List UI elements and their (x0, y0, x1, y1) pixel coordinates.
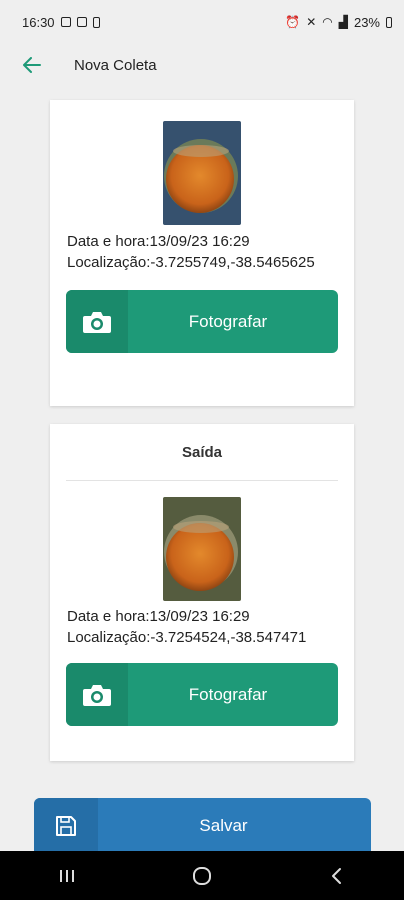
floppy-disk-icon (34, 798, 98, 854)
battery-percent: 23% (353, 14, 380, 30)
camera-icon (66, 663, 128, 726)
take-photo-label: Fotografar (188, 311, 268, 331)
photo-info: Data e hora:13/09/23 16:29 Localização:-… (50, 231, 354, 273)
save-label: Salvar (199, 816, 248, 835)
photo-info: Data e hora:13/09/23 16:29 Localização:-… (50, 606, 354, 648)
save-button[interactable]: Salvar (34, 798, 371, 854)
status-bar: 16:30 ⏰ ✕ ◠ ▟ 23% (0, 0, 404, 44)
take-photo-label: Fotografar (188, 684, 268, 704)
app-bar: Nova Coleta (0, 44, 404, 86)
datetime-text: Data e hora:13/09/23 16:29 (67, 233, 250, 250)
captured-photo (163, 497, 241, 601)
alarm-icon: ⏰ (285, 15, 301, 29)
location-text: Localização:-3.7254524,-38.547471 (67, 629, 307, 646)
back-nav-icon[interactable] (317, 856, 357, 896)
camera-icon (66, 290, 128, 353)
signal-icon: ▟ (338, 15, 348, 29)
take-photo-button[interactable]: Fotografar (66, 663, 338, 726)
status-right: ⏰ ✕ ◠ ▟ 23% (285, 15, 392, 30)
photo-card-exit: Saída Data e hora:13/09/23 16:29 Localiz… (50, 424, 354, 761)
gallery-notification-icon (60, 17, 71, 27)
system-nav-bar (0, 851, 404, 900)
photo-card-entry: Data e hora:13/09/23 16:29 Localização:-… (50, 100, 354, 406)
captured-photo (163, 121, 241, 225)
status-time: 16:30 (22, 14, 55, 30)
battery-icon (386, 16, 392, 28)
datetime-text: Data e hora:13/09/23 16:29 (67, 608, 250, 625)
wifi-icon: ◠ (322, 15, 333, 29)
recent-apps-icon[interactable] (47, 856, 87, 896)
back-arrow-icon[interactable] (22, 55, 42, 75)
home-icon[interactable] (182, 856, 222, 896)
check-notification-icon (76, 17, 87, 27)
mute-icon: ✕ (306, 15, 317, 29)
take-photo-button[interactable]: Fotografar (66, 290, 338, 353)
location-text: Localização:-3.7255749,-38.5465625 (67, 254, 315, 271)
phone-notification-icon (92, 16, 100, 28)
page-title: Nova Coleta (74, 56, 157, 74)
status-left: 16:30 (22, 15, 100, 30)
card-title: Saída (181, 444, 223, 461)
